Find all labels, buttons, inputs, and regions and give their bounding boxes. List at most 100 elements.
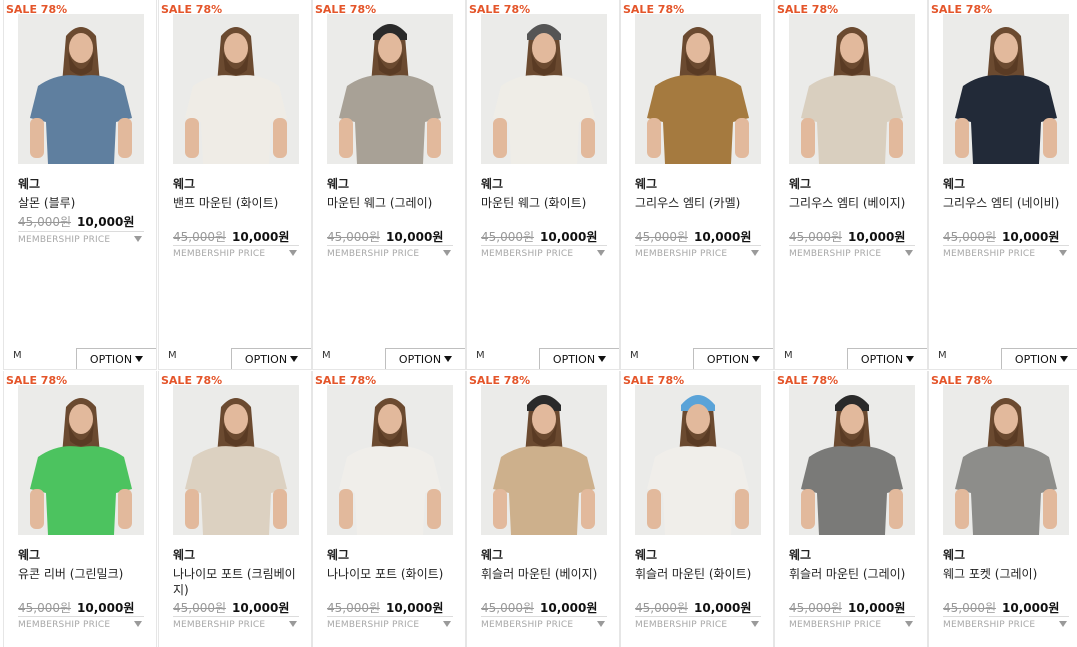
membership-price-toggle[interactable]: MEMBERSHIP PRICE	[943, 616, 1069, 630]
triangle-down-icon	[597, 621, 605, 627]
triangle-down-icon	[752, 356, 761, 362]
membership-price-toggle[interactable]: MEMBERSHIP PRICE	[635, 616, 761, 630]
size-label: M	[322, 350, 331, 361]
membership-price-label: MEMBERSHIP PRICE	[481, 620, 574, 630]
product-image[interactable]	[481, 14, 607, 164]
membership-price-label: MEMBERSHIP PRICE	[789, 620, 882, 630]
option-button[interactable]: OPTION	[539, 348, 619, 369]
membership-price-toggle[interactable]: MEMBERSHIP PRICE	[789, 245, 915, 259]
product-name[interactable]: 휘슬러 마운틴 (그레이)	[789, 566, 917, 582]
price: 45,000원 10,000원	[481, 599, 597, 616]
product-name[interactable]: 휘슬러 마운틴 (베이지)	[481, 566, 609, 582]
option-button[interactable]: OPTION	[76, 348, 156, 369]
product-card[interactable]: SALE 78% 웨그 휘슬러 마운틴 (그레이) 45,000원 10,000원 MEM…	[774, 371, 928, 647]
product-name[interactable]: 밴프 마운틴 (화이트)	[173, 195, 301, 211]
product-card[interactable]: SALE 78% 웨그 마운틴 웨그 (화이트) 45,000원 10,000원 MEMB…	[466, 0, 620, 370]
model-photo	[18, 14, 144, 164]
membership-price-toggle[interactable]: MEMBERSHIP PRICE	[327, 245, 453, 259]
product-card[interactable]: SALE 78% 웨그 휘슬러 마운틴 (화이트) 45,000원 10,000원 MEM…	[620, 371, 774, 647]
product-card[interactable]: SALE 78% 웨그 나나이모 포트 (화이트) 45,000원 10,000원 MEM…	[312, 371, 466, 647]
brand-name: 웨그	[327, 548, 350, 562]
membership-price-toggle[interactable]: MEMBERSHIP PRICE	[481, 245, 607, 259]
product-card[interactable]: SALE 78% 웨그 마운틴 웨그 (그레이) 45,000원 10,000원 MEMB…	[312, 0, 466, 370]
product-image[interactable]	[327, 385, 453, 535]
model-photo	[789, 14, 915, 164]
option-button[interactable]: OPTION	[693, 348, 773, 369]
product-image[interactable]	[635, 14, 761, 164]
triangle-down-icon	[905, 621, 913, 627]
product-image[interactable]	[789, 385, 915, 535]
product-name[interactable]: 휘슬러 마운틴 (화이트)	[635, 566, 763, 582]
option-button[interactable]: OPTION	[385, 348, 465, 369]
product-card[interactable]: SALE 78% 웨그 그리우스 엠티 (카멜) 45,000원 10,000원 MEMB…	[620, 0, 774, 370]
brand-name: 웨그	[789, 177, 812, 191]
option-button[interactable]: OPTION	[847, 348, 927, 369]
brand-name: 웨그	[943, 177, 966, 191]
product-image[interactable]	[18, 14, 144, 164]
product-name[interactable]: 마운틴 웨그 (그레이)	[327, 195, 455, 211]
triangle-down-icon	[1059, 621, 1067, 627]
membership-price-label: MEMBERSHIP PRICE	[173, 249, 266, 259]
original-price: 45,000원	[481, 230, 535, 244]
membership-price-toggle[interactable]: MEMBERSHIP PRICE	[943, 245, 1069, 259]
model-photo	[943, 385, 1069, 535]
sale-price: 10,000원	[232, 230, 290, 244]
product-name[interactable]: 나나이모 포트 (화이트)	[327, 566, 455, 582]
product-card[interactable]: SALE 78% 웨그 유콘 리버 (그린밀크) 45,000원 10,000원 MEMB…	[3, 371, 157, 647]
membership-price-label: MEMBERSHIP PRICE	[327, 620, 420, 630]
membership-price-label: MEMBERSHIP PRICE	[173, 620, 266, 630]
product-image[interactable]	[327, 14, 453, 164]
product-name[interactable]: 살몬 (블루)	[18, 195, 146, 211]
membership-price-toggle[interactable]: MEMBERSHIP PRICE	[18, 616, 144, 630]
product-image[interactable]	[943, 385, 1069, 535]
product-card[interactable]: SALE 78% 웨그 살몬 (블루) 45,000원 10,000원 MEMBERSHI…	[3, 0, 157, 370]
triangle-down-icon	[905, 250, 913, 256]
product-name[interactable]: 웨그 포켓 (그레이)	[943, 566, 1071, 582]
membership-price-toggle[interactable]: MEMBERSHIP PRICE	[18, 231, 144, 245]
product-grid: SALE 78% 웨그 살몬 (블루) 45,000원 10,000원 MEMBERSHI…	[0, 0, 1077, 647]
product-card[interactable]: SALE 78% 웨그 나나이모 포트 (크림베이지) 45,000원 10,000원 M…	[158, 371, 312, 647]
membership-price-toggle[interactable]: MEMBERSHIP PRICE	[173, 245, 299, 259]
original-price: 45,000원	[943, 601, 997, 615]
product-name[interactable]: 마운틴 웨그 (화이트)	[481, 195, 609, 211]
product-card[interactable]: SALE 78% 웨그 휘슬러 마운틴 (베이지) 45,000원 10,000원 MEM…	[466, 371, 620, 647]
sale-badge: SALE 78%	[315, 374, 377, 387]
sale-badge: SALE 78%	[6, 3, 68, 16]
triangle-down-icon	[289, 250, 297, 256]
product-card[interactable]: SALE 78% 웨그 밴프 마운틴 (화이트) 45,000원 10,000원 MEMB…	[158, 0, 312, 370]
model-photo	[18, 385, 144, 535]
membership-price-toggle[interactable]: MEMBERSHIP PRICE	[481, 616, 607, 630]
option-button[interactable]: OPTION	[1001, 348, 1077, 369]
product-name[interactable]: 그리우스 엠티 (네이비)	[943, 195, 1071, 211]
membership-price-toggle[interactable]: MEMBERSHIP PRICE	[789, 616, 915, 630]
product-image[interactable]	[173, 14, 299, 164]
product-image[interactable]	[635, 385, 761, 535]
product-card[interactable]: SALE 78% 웨그 웨그 포켓 (그레이) 45,000원 10,000원 MEMBE…	[928, 371, 1077, 647]
triangle-down-icon	[289, 621, 297, 627]
product-name[interactable]: 나나이모 포트 (크림베이지)	[173, 566, 301, 598]
product-image[interactable]	[173, 385, 299, 535]
product-image[interactable]	[943, 14, 1069, 164]
product-name[interactable]: 그리우스 엠티 (카멜)	[635, 195, 763, 211]
product-card[interactable]: SALE 78% 웨그 그리우스 엠티 (베이지) 45,000원 10,000원 MEM…	[774, 0, 928, 370]
sale-price: 10,000원	[694, 230, 752, 244]
product-name[interactable]: 그리우스 엠티 (베이지)	[789, 195, 917, 211]
price: 45,000원 10,000원	[789, 599, 905, 616]
triangle-down-icon	[1060, 356, 1069, 362]
option-button[interactable]: OPTION	[231, 348, 311, 369]
sale-badge: SALE 78%	[315, 3, 377, 16]
sale-badge: SALE 78%	[623, 374, 685, 387]
product-image[interactable]	[789, 14, 915, 164]
product-card[interactable]: SALE 78% 웨그 그리우스 엠티 (네이비) 45,000원 10,000원 MEM…	[928, 0, 1077, 370]
membership-price-toggle[interactable]: MEMBERSHIP PRICE	[327, 616, 453, 630]
product-name[interactable]: 유콘 리버 (그린밀크)	[18, 566, 146, 582]
sale-price: 10,000원	[1002, 230, 1060, 244]
product-image[interactable]	[18, 385, 144, 535]
membership-price-toggle[interactable]: MEMBERSHIP PRICE	[635, 245, 761, 259]
membership-price-toggle[interactable]: MEMBERSHIP PRICE	[173, 616, 299, 630]
product-image[interactable]	[481, 385, 607, 535]
sale-price: 10,000원	[540, 601, 598, 615]
brand-name: 웨그	[173, 177, 196, 191]
option-label: OPTION	[398, 352, 442, 366]
membership-price-label: MEMBERSHIP PRICE	[18, 620, 111, 630]
